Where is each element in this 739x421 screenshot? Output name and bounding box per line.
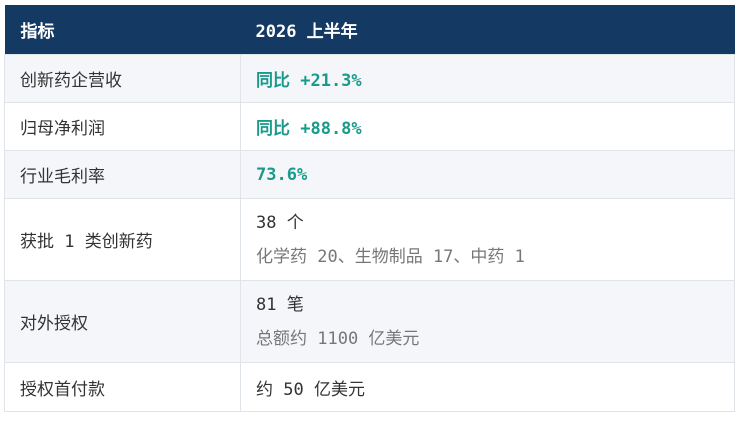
table-row: 对外授权 81 笔 总额约 1100 亿美元	[4, 280, 735, 363]
row-detail: 总额约 1100 亿美元	[256, 328, 420, 349]
highlight-value: 73.6%	[256, 164, 308, 185]
table-header-row: 指标 2026 上半年	[4, 5, 735, 55]
row-label: 获批 1 类创新药	[4, 198, 241, 281]
row-value: 同比 +21.3%	[240, 54, 735, 103]
row-value: 同比 +88.8%	[240, 102, 735, 151]
row-value: 73.6%	[240, 150, 735, 199]
table-row: 归母净利润 同比 +88.8%	[4, 102, 735, 151]
row-main-value: 38 个	[256, 212, 304, 233]
table-row: 行业毛利率 73.6%	[4, 150, 735, 199]
table-row: 获批 1 类创新药 38 个 化学药 20、生物制品 17、中药 1	[4, 198, 735, 281]
row-value: 38 个 化学药 20、生物制品 17、中药 1	[240, 198, 735, 281]
row-label: 授权首付款	[4, 362, 241, 412]
metrics-table: 指标 2026 上半年 创新药企营收 同比 +21.3% 归母净利润 同比 +8…	[4, 5, 735, 412]
highlight-value: 同比 +21.3%	[256, 71, 362, 91]
row-value: 81 笔 总额约 1100 亿美元	[240, 280, 735, 363]
header-metric: 指标	[4, 5, 241, 55]
header-period: 2026 上半年	[240, 5, 735, 55]
row-label: 创新药企营收	[4, 54, 241, 103]
row-main-value: 81 笔	[256, 294, 304, 315]
row-value: 约 50 亿美元	[240, 362, 735, 412]
table-row: 创新药企营收 同比 +21.3%	[4, 54, 735, 103]
row-label: 归母净利润	[4, 102, 241, 151]
highlight-value: 同比 +88.8%	[256, 119, 362, 139]
table-row: 授权首付款 约 50 亿美元	[4, 362, 735, 412]
row-label: 行业毛利率	[4, 150, 241, 199]
row-detail: 化学药 20、生物制品 17、中药 1	[256, 246, 525, 267]
row-label: 对外授权	[4, 280, 241, 363]
